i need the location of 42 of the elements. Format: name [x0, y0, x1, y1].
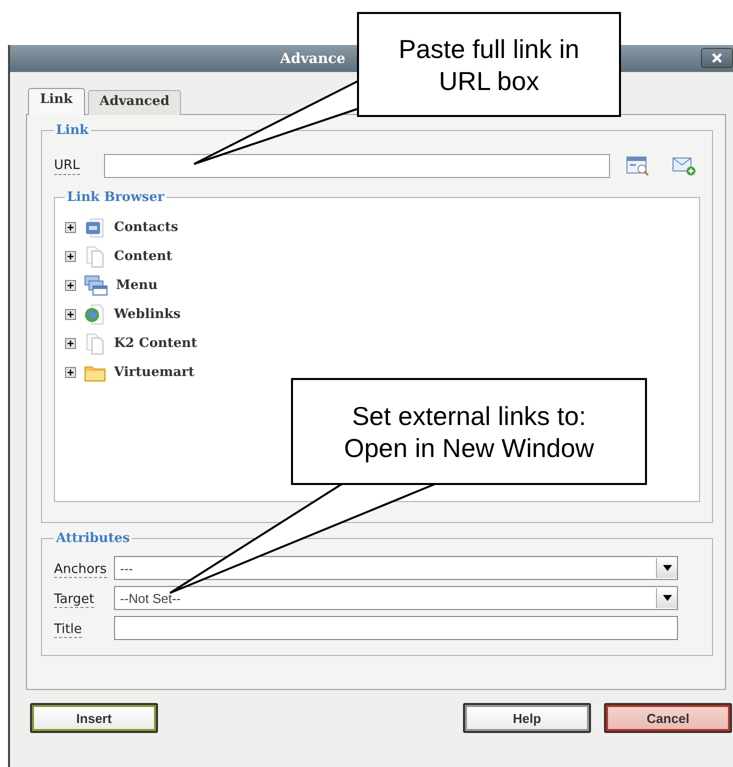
group-legend: Link Browser — [65, 190, 166, 205]
tree-item[interactable]: Content — [114, 249, 172, 264]
url-field[interactable] — [104, 154, 610, 178]
callout-text: Paste full link in URL box — [398, 32, 580, 96]
window-title: Advance — [280, 50, 346, 66]
field-label: Title — [54, 622, 82, 638]
callout-text: Set external links to: Open in New Window — [344, 400, 594, 464]
browse-icon[interactable] — [626, 156, 650, 176]
page-icon — [84, 332, 106, 354]
globe-icon — [84, 304, 106, 326]
title-field[interactable] — [114, 616, 678, 640]
group-legend: Attributes — [54, 531, 132, 546]
expand-icon[interactable] — [65, 222, 76, 233]
tree-item[interactable]: Menu — [116, 278, 158, 293]
expand-icon[interactable] — [65, 309, 76, 320]
dropdown[interactable]: --Not Set-- — [114, 586, 678, 610]
insert-button[interactable]: Insert — [30, 703, 158, 733]
field-label: URL — [54, 158, 80, 174]
tab[interactable]: Advanced — [88, 90, 182, 115]
group-legend: Link — [54, 123, 91, 138]
tree-item[interactable]: Virtuemart — [114, 365, 194, 380]
expand-icon[interactable] — [65, 367, 76, 378]
field-label: Target — [54, 592, 94, 608]
caret-icon — [662, 595, 672, 601]
close-icon — [711, 52, 723, 64]
expand-icon[interactable] — [65, 251, 76, 262]
tab[interactable]: Link — [28, 88, 85, 115]
contact-card-icon — [84, 218, 106, 238]
help-button[interactable]: Help — [463, 703, 591, 733]
close-button[interactable] — [701, 48, 733, 68]
tree-item[interactable]: Contacts — [114, 220, 178, 235]
tree-item[interactable]: K2 Content — [114, 336, 198, 351]
expand-icon[interactable] — [65, 280, 76, 291]
windows-icon — [84, 274, 108, 296]
dropdown[interactable]: --- — [114, 556, 678, 580]
cancel-button[interactable]: Cancel — [604, 703, 732, 733]
email-icon[interactable] — [672, 156, 696, 176]
expand-icon[interactable] — [65, 338, 76, 349]
page-icon — [84, 246, 106, 268]
caret-icon — [662, 565, 672, 571]
field-label: Anchors — [54, 562, 107, 578]
tree-item[interactable]: Weblinks — [114, 307, 181, 322]
